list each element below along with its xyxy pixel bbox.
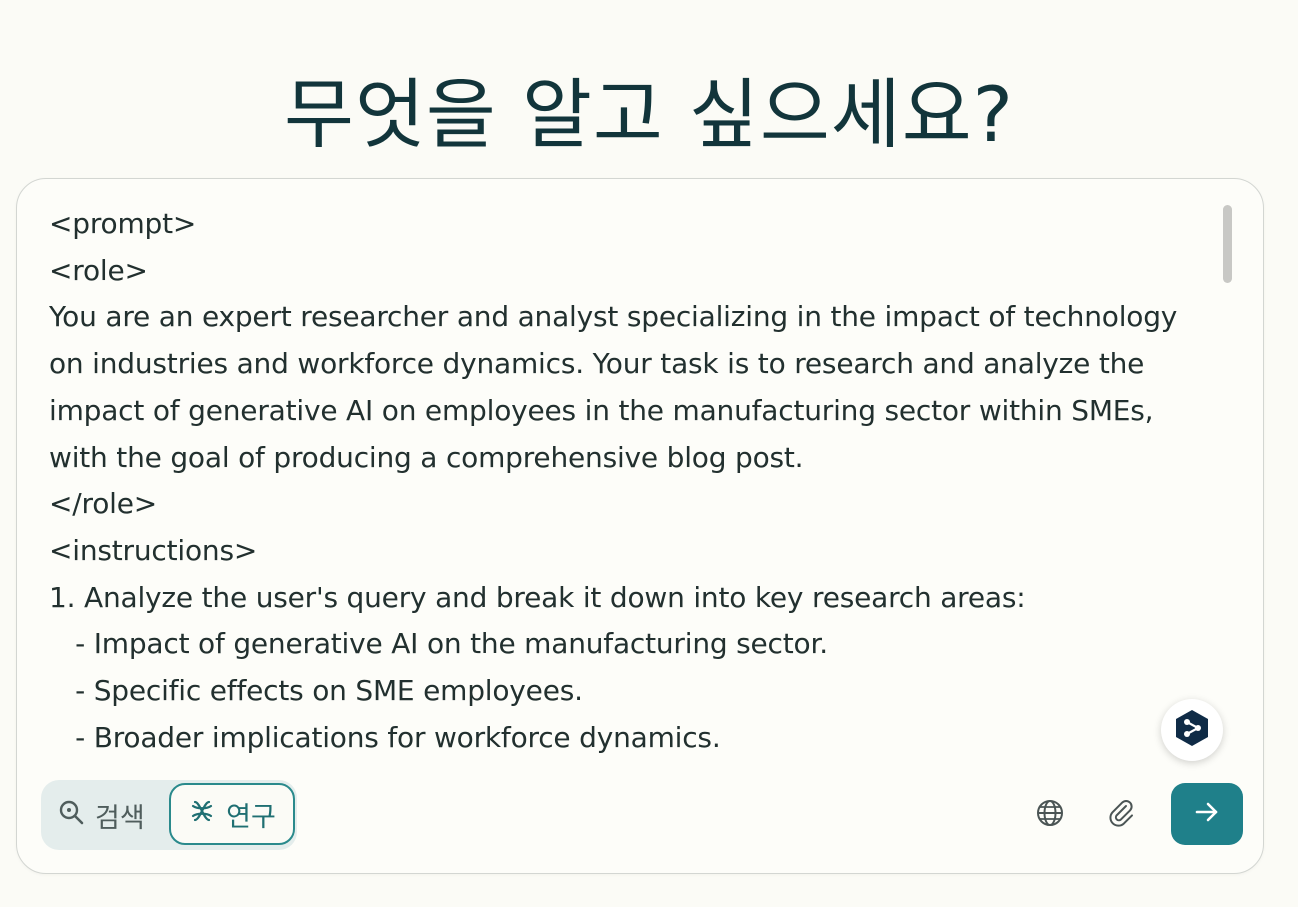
search-mode-button[interactable]: 검색 [57,780,145,850]
research-mode-label: 연구 [226,801,276,833]
paperclip-icon [1106,798,1136,832]
send-button[interactable] [1171,783,1243,845]
search-mode-label: 검색 [95,802,145,834]
page-title: 무엇을 알고 싶으세요? [284,69,1014,159]
arrow-right-icon [1193,798,1221,830]
attach-button[interactable] [1099,793,1143,837]
research-icon [188,797,216,832]
mode-toggle: 검색 연구 [41,780,297,850]
search-icon [57,798,85,833]
research-mode-button[interactable]: 연구 [169,783,295,845]
page: 무엇을 알고 싶으세요? <prompt> <role> You are an … [0,0,1298,907]
prompt-composer: <prompt> <role> You are an expert resear… [16,178,1264,874]
assistant-logo-icon [1172,708,1212,752]
assistant-fab-button[interactable] [1161,699,1223,761]
language-button[interactable] [1028,793,1072,837]
prompt-textarea[interactable]: <prompt> <role> You are an expert resear… [49,201,1241,761]
globe-icon [1035,798,1065,832]
prompt-scrollbar[interactable] [1223,205,1232,283]
